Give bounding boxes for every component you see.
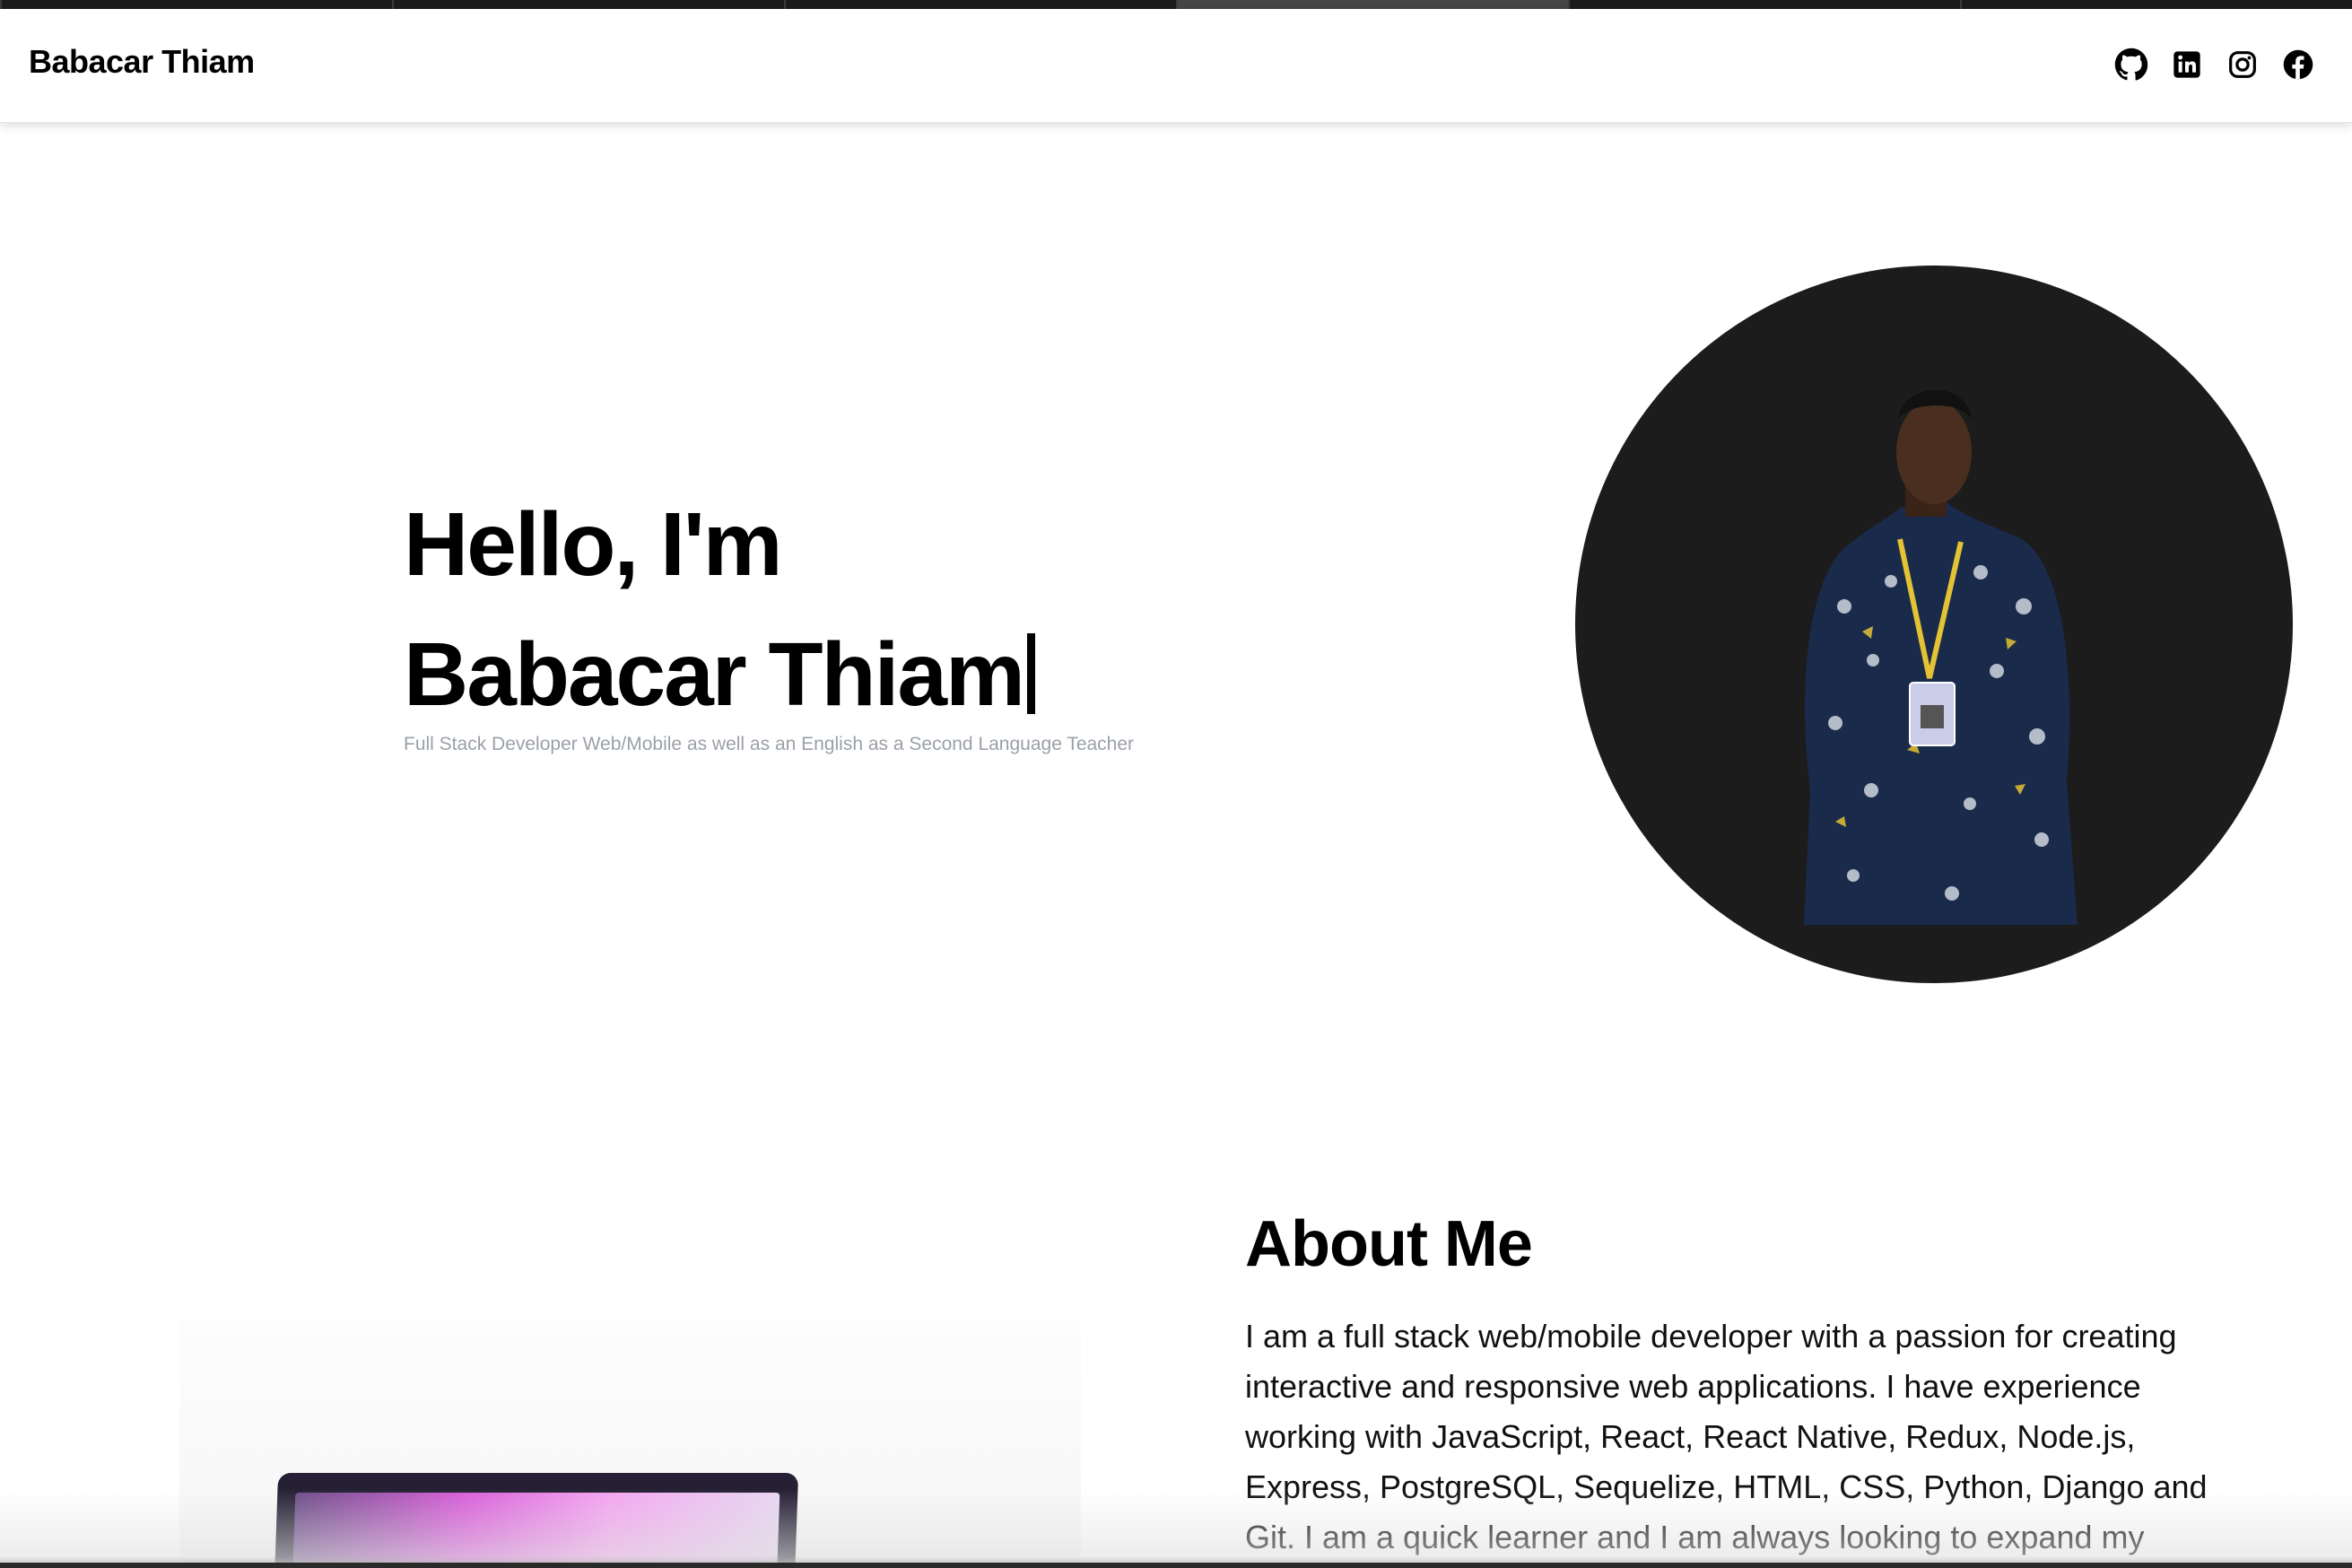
browser-tab-active[interactable] [1176, 0, 1568, 9]
github-link[interactable] [2112, 45, 2151, 84]
typing-cursor [1026, 633, 1035, 714]
browser-tab[interactable] [1960, 0, 2352, 9]
hero-title: Hello, I'm Babacar Thiam [404, 480, 1035, 740]
hero-name: Babacar Thiam [404, 624, 1025, 725]
about-text: I am a full stack web/mobile developer w… [1245, 1318, 2208, 1555]
facebook-icon [2283, 49, 2313, 80]
instagram-link[interactable] [2223, 45, 2262, 84]
social-links [2112, 45, 2318, 84]
linkedin-icon [2173, 51, 2200, 78]
top-navbar: Babacar Thiam [0, 9, 2352, 123]
profile-photo [1575, 266, 2293, 983]
about-title: About Me [1245, 1208, 1533, 1280]
hero-name-line: Babacar Thiam [404, 610, 1035, 740]
laptop-screen [292, 1493, 780, 1568]
browser-tab[interactable] [392, 0, 784, 9]
hero-greeting: Hello, I'm [404, 494, 783, 595]
hero-subtitle: Full Stack Developer Web/Mobile as well … [404, 734, 1135, 754]
site-brand[interactable]: Babacar Thiam [29, 43, 255, 81]
browser-tab[interactable] [784, 0, 1176, 9]
instagram-icon [2229, 51, 2256, 78]
github-icon [2114, 48, 2148, 81]
facebook-link[interactable] [2278, 45, 2318, 84]
person-portrait [1804, 389, 2078, 925]
window-bottom-edge [0, 1563, 2352, 1568]
browser-tab-strip [0, 0, 2352, 9]
about-image [179, 1319, 1081, 1568]
laptop-image [274, 1473, 799, 1568]
browser-tab[interactable] [0, 0, 392, 9]
browser-tab[interactable] [1568, 0, 1960, 9]
linkedin-link[interactable] [2167, 45, 2207, 84]
